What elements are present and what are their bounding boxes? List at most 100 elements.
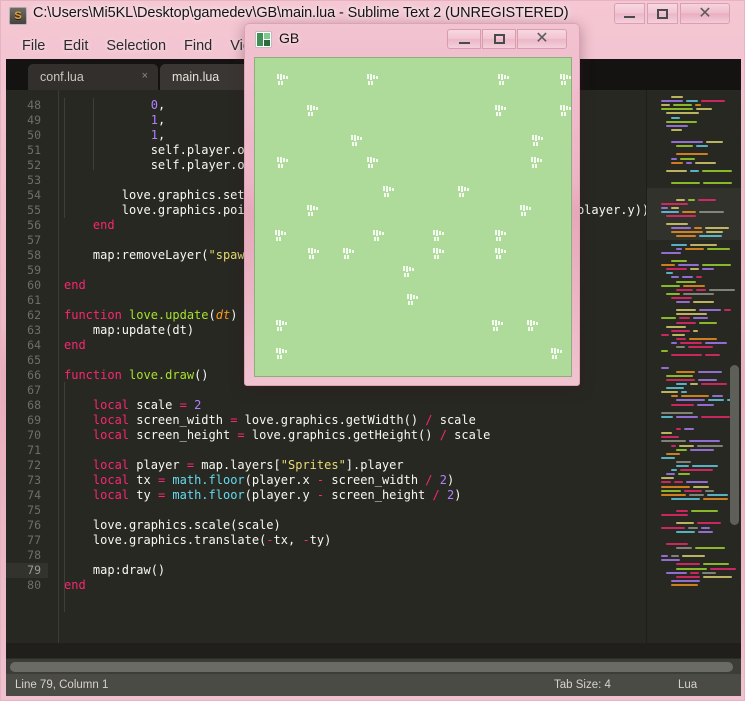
code-line[interactable]: 1,: [64, 128, 165, 143]
vertical-scrollbar[interactable]: [728, 90, 741, 643]
minimap-code-line: [706, 231, 723, 234]
code-line[interactable]: love.graphics.translate(-tx, -ty): [64, 533, 331, 548]
code-line[interactable]: local tx = math.floor(player.x - screen_…: [64, 473, 454, 488]
code-line[interactable]: map:update(dt): [64, 323, 194, 338]
code-line[interactable]: end: [64, 338, 86, 353]
code-token: map:removeLayer(: [64, 248, 209, 262]
code-line[interactable]: love.graphics.scale(scale): [64, 518, 281, 533]
line-number: 53: [27, 173, 41, 187]
vertical-scrollbar-thumb[interactable]: [730, 365, 739, 525]
minimap-code-line: [676, 247, 683, 250]
code-line[interactable]: function love.update(dt): [64, 308, 237, 323]
code-line[interactable]: local scale = 2: [64, 398, 201, 413]
line-number: 69: [27, 413, 41, 427]
minimap-code-line: [666, 223, 688, 226]
grass-tuft-sprite: [307, 205, 321, 217]
line-number: 67: [27, 383, 41, 397]
minimap-code-line: [676, 448, 688, 451]
menu-item-file[interactable]: File: [13, 36, 54, 56]
menu-item-find[interactable]: Find: [175, 36, 221, 56]
minimap-code-line: [676, 575, 701, 578]
code-token: math.floor: [172, 473, 245, 487]
close-button[interactable]: ✕: [680, 3, 730, 24]
code-token: map:update(dt): [64, 323, 195, 337]
minimap-code-line: [699, 210, 725, 213]
gameboy-icon: [255, 31, 272, 48]
code-line[interactable]: end: [64, 218, 115, 233]
code-line[interactable]: map:draw(): [64, 563, 165, 578]
minimap-code-line: [661, 477, 674, 480]
code-token: (player.x: [244, 473, 317, 487]
game-canvas[interactable]: [254, 57, 572, 377]
minimap-code-line: [661, 485, 690, 488]
code-line[interactable]: local ty = math.floor(player.y - screen_…: [64, 488, 462, 503]
minimap-code-line: [666, 452, 680, 455]
sublime-text-icon: S: [9, 7, 27, 25]
minimap-code-line: [671, 161, 684, 164]
code-token: love.graphics.getWidth(): [237, 413, 426, 427]
line-number: 61: [27, 293, 41, 307]
minimap-code-line: [701, 526, 710, 529]
line-number: 59: [27, 263, 41, 277]
code-line[interactable]: 1,: [64, 113, 165, 128]
minimap-code-line: [661, 108, 693, 111]
code-line[interactable]: 0,: [64, 98, 165, 113]
minimap-code-line: [697, 198, 717, 201]
minimap-code-line: [676, 547, 693, 549]
line-number: 57: [27, 233, 41, 247]
grass-tuft-sprite: [276, 348, 290, 360]
minimap-code-line: [661, 350, 668, 353]
minimap-code-line: [670, 555, 680, 558]
code-token: =: [186, 458, 195, 472]
gb-game-window[interactable]: GB ✕: [244, 23, 580, 386]
code-token: math.floor: [172, 488, 245, 502]
minimap-code-line: [681, 276, 694, 279]
code-token: scale: [446, 428, 491, 442]
maximize-button[interactable]: [647, 3, 678, 24]
code-token: screen_width: [324, 473, 426, 487]
minimap-code-line: [689, 243, 717, 246]
minimize-button[interactable]: [614, 3, 645, 24]
minimap-code-line: [661, 202, 689, 205]
code-line[interactable]: local screen_height = love.graphics.getH…: [64, 428, 490, 443]
code-line[interactable]: function love.draw(): [64, 368, 209, 383]
horizontal-scrollbar-thumb[interactable]: [10, 662, 733, 672]
menu-item-edit[interactable]: Edit: [54, 36, 97, 56]
gb-minimize-button[interactable]: [447, 29, 481, 49]
code-line[interactable]: end: [64, 578, 86, 593]
minimap-code-line: [671, 583, 698, 586]
line-number: 79: [6, 563, 48, 578]
tab-conf-lua[interactable]: conf.lua ×: [28, 64, 158, 90]
tab-close-icon[interactable]: ×: [142, 70, 148, 83]
minimap-code-line: [671, 231, 704, 234]
minimap-code-line: [679, 444, 694, 447]
gb-close-button[interactable]: ✕: [517, 29, 567, 49]
minimap-code-line: [676, 301, 691, 303]
code-token: dt: [215, 308, 231, 322]
minimap[interactable]: [646, 90, 741, 643]
code-line[interactable]: map:removeLayer("spawn"): [64, 248, 266, 263]
tab-size-status[interactable]: Tab Size: 4: [554, 679, 611, 691]
code-token: 2: [439, 473, 447, 487]
gb-titlebar[interactable]: GB ✕: [245, 24, 579, 56]
minimap-code-line: [694, 161, 717, 164]
code-line[interactable]: local player = map.layers["Sprites"].pla…: [64, 458, 404, 473]
horizontal-scrollbar[interactable]: [6, 658, 741, 674]
minimap-code-line: [676, 465, 690, 467]
line-number: 62: [27, 308, 41, 322]
code-token: local: [92, 413, 130, 427]
minimap-code-line: [702, 264, 731, 267]
minimap-code-line: [698, 530, 714, 533]
code-token: 0: [150, 98, 158, 112]
minimap-code-line: [676, 563, 701, 566]
line-number: 56: [27, 218, 41, 232]
code-line[interactable]: local screen_width = love.graphics.getWi…: [64, 413, 476, 428]
gb-maximize-button[interactable]: [482, 29, 516, 49]
grass-tuft-sprite: [373, 230, 387, 242]
language-status[interactable]: Lua: [678, 679, 697, 691]
minimap-code-line: [661, 526, 685, 529]
code-line[interactable]: end: [64, 278, 86, 293]
menu-item-selection[interactable]: Selection: [97, 36, 175, 56]
